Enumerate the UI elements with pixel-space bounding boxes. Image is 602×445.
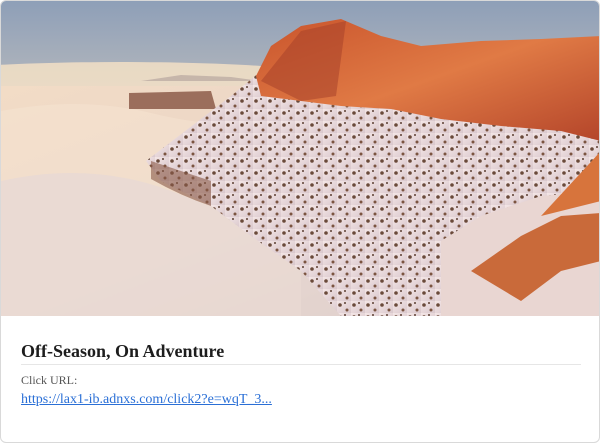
- ad-card: Off-Season, On Adventure Click URL: http…: [0, 0, 600, 443]
- ad-hero-image[interactable]: [1, 1, 599, 316]
- click-url-link[interactable]: https://lax1-ib.adnxs.com/click2?e=wqT_3…: [21, 392, 272, 408]
- divider: [21, 364, 581, 365]
- click-url-label: Click URL:: [21, 373, 78, 387]
- ad-title[interactable]: Off-Season, On Adventure: [21, 341, 581, 362]
- landscape-photo: [1, 1, 599, 316]
